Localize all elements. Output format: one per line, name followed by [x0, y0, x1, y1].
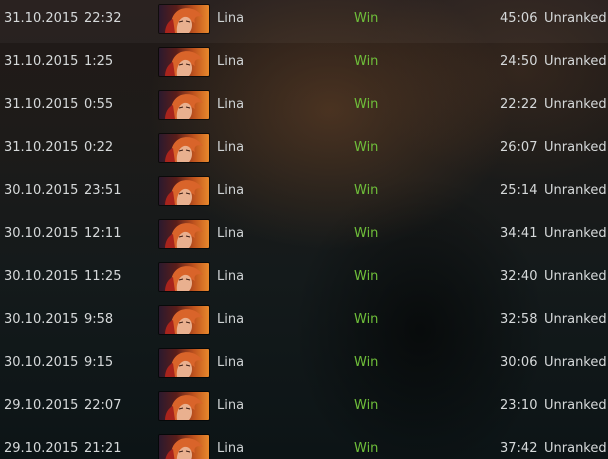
lobby-type: Unranked — [544, 312, 607, 327]
match-result: Win — [354, 312, 379, 327]
match-row[interactable]: 30.10.2015 9:15 Lina Win 30:06 Unranked — [0, 344, 608, 387]
match-row[interactable]: 31.10.2015 0:22 Lina Win 26:07 Unranked — [0, 129, 608, 172]
match-time: 0:22 — [84, 140, 114, 155]
hero-name: Lina — [217, 11, 245, 26]
hero-name: Lina — [217, 312, 245, 327]
match-date: 30.10.2015 — [4, 226, 79, 241]
hero-name: Lina — [217, 355, 245, 370]
hero-portrait-icon — [159, 349, 209, 377]
match-result: Win — [354, 226, 379, 241]
match-time: 21:21 — [84, 441, 122, 456]
match-time: 23:51 — [84, 183, 122, 198]
match-result: Win — [354, 398, 379, 413]
hero-name: Lina — [217, 97, 245, 112]
match-result: Win — [354, 269, 379, 284]
match-duration: 30:06 — [500, 355, 538, 370]
match-result: Win — [354, 441, 379, 456]
lobby-type: Unranked — [544, 140, 607, 155]
hero-name: Lina — [217, 183, 245, 198]
hero-portrait-icon — [159, 392, 209, 420]
match-date: 31.10.2015 — [4, 11, 79, 26]
hero-portrait-icon — [159, 48, 209, 76]
hero-portrait-icon — [159, 5, 209, 33]
match-result: Win — [354, 355, 379, 370]
match-row[interactable]: 31.10.2015 22:32 Lina Win 45:06 Unranked — [0, 0, 608, 43]
match-row[interactable]: 30.10.2015 23:51 Lina Win 25:14 Unranked — [0, 172, 608, 215]
lobby-type: Unranked — [544, 269, 607, 284]
match-history-panel: 31.10.2015 22:32 Lina Win 45:06 Unranked… — [0, 0, 608, 459]
match-duration: 34:41 — [500, 226, 538, 241]
match-list: 31.10.2015 22:32 Lina Win 45:06 Unranked… — [0, 0, 608, 459]
hero-portrait-icon — [159, 134, 209, 162]
hero-portrait-icon — [159, 177, 209, 205]
hero-name: Lina — [217, 54, 245, 69]
match-time: 22:07 — [84, 398, 122, 413]
match-row[interactable]: 29.10.2015 21:21 Lina Win 37:42 Unranked — [0, 430, 608, 459]
match-date: 31.10.2015 — [4, 140, 79, 155]
match-duration: 23:10 — [500, 398, 538, 413]
match-result: Win — [354, 183, 379, 198]
hero-portrait-icon — [159, 91, 209, 119]
match-duration: 45:06 — [500, 11, 538, 26]
match-date: 31.10.2015 — [4, 97, 79, 112]
match-duration: 22:22 — [500, 97, 538, 112]
match-result: Win — [354, 11, 379, 26]
hero-portrait-icon — [159, 306, 209, 334]
match-result: Win — [354, 54, 379, 69]
match-date: 29.10.2015 — [4, 441, 79, 456]
hero-name: Lina — [217, 226, 245, 241]
match-time: 1:25 — [84, 54, 114, 69]
match-result: Win — [354, 97, 379, 112]
hero-portrait-icon — [159, 435, 209, 459]
lobby-type: Unranked — [544, 441, 607, 456]
match-time: 9:15 — [84, 355, 114, 370]
match-row[interactable]: 30.10.2015 9:58 Lina Win 32:58 Unranked — [0, 301, 608, 344]
match-time: 9:58 — [84, 312, 114, 327]
match-result: Win — [354, 140, 379, 155]
hero-name: Lina — [217, 269, 245, 284]
match-duration: 26:07 — [500, 140, 538, 155]
match-date: 30.10.2015 — [4, 312, 79, 327]
lobby-type: Unranked — [544, 97, 607, 112]
match-duration: 37:42 — [500, 441, 538, 456]
match-time: 12:11 — [84, 226, 122, 241]
match-duration: 32:58 — [500, 312, 538, 327]
lobby-type: Unranked — [544, 183, 607, 198]
lobby-type: Unranked — [544, 54, 607, 69]
match-duration: 24:50 — [500, 54, 538, 69]
match-row[interactable]: 31.10.2015 0:55 Lina Win 22:22 Unranked — [0, 86, 608, 129]
hero-name: Lina — [217, 441, 245, 456]
lobby-type: Unranked — [544, 226, 607, 241]
match-row[interactable]: 31.10.2015 1:25 Lina Win 24:50 Unranked — [0, 43, 608, 86]
lobby-type: Unranked — [544, 11, 607, 26]
hero-name: Lina — [217, 140, 245, 155]
match-duration: 25:14 — [500, 183, 538, 198]
hero-name: Lina — [217, 398, 245, 413]
lobby-type: Unranked — [544, 355, 607, 370]
match-row[interactable]: 30.10.2015 11:25 Lina Win 32:40 Unranked — [0, 258, 608, 301]
lobby-type: Unranked — [544, 398, 607, 413]
match-date: 30.10.2015 — [4, 355, 79, 370]
match-time: 22:32 — [84, 11, 122, 26]
hero-portrait-icon — [159, 263, 209, 291]
match-row[interactable]: 29.10.2015 22:07 Lina Win 23:10 Unranked — [0, 387, 608, 430]
hero-portrait-icon — [159, 220, 209, 248]
match-date: 30.10.2015 — [4, 183, 79, 198]
match-date: 30.10.2015 — [4, 269, 79, 284]
match-row[interactable]: 30.10.2015 12:11 Lina Win 34:41 Unranked — [0, 215, 608, 258]
match-duration: 32:40 — [500, 269, 538, 284]
match-time: 0:55 — [84, 97, 114, 112]
match-date: 29.10.2015 — [4, 398, 79, 413]
match-time: 11:25 — [84, 269, 122, 284]
match-date: 31.10.2015 — [4, 54, 79, 69]
